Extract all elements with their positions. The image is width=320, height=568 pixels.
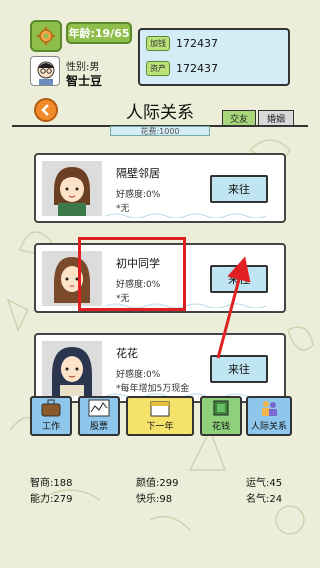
contact-favor: 好感度:0% bbox=[116, 370, 161, 380]
neighbor-portrait bbox=[42, 161, 102, 216]
wave-decoration bbox=[106, 213, 267, 218]
player-avatar bbox=[30, 56, 60, 86]
contact-name: 隔壁邻居 bbox=[116, 167, 160, 180]
player-name: 智士豆 bbox=[66, 74, 103, 88]
visit-button[interactable]: 来往 bbox=[210, 175, 268, 203]
contact-card-huahua: 花花 好感度:0% *每年增加5万现金 来往 bbox=[34, 333, 286, 403]
cash-label: 加钱 bbox=[146, 36, 170, 51]
cost-bar: 花费:1000 bbox=[110, 126, 210, 136]
contact-name: 花花 bbox=[116, 347, 138, 360]
nav-stocks[interactable]: 股票 bbox=[78, 396, 120, 436]
nav-next-year[interactable]: 下一年 bbox=[126, 396, 194, 436]
stat-luck: 运气:45 bbox=[246, 478, 283, 489]
settings-button[interactable] bbox=[30, 20, 62, 52]
tab-friends[interactable]: 交友 bbox=[222, 110, 256, 126]
stat-ability: 能力:279 bbox=[30, 494, 73, 505]
calendar-icon bbox=[150, 401, 170, 417]
gender-label: 性别:男 bbox=[66, 62, 100, 73]
assets-label: 资产 bbox=[146, 61, 170, 76]
stat-looks: 颜值:299 bbox=[136, 478, 179, 489]
nav-spend[interactable]: 花钱 bbox=[200, 396, 242, 436]
money-icon bbox=[213, 400, 229, 416]
gear-icon bbox=[37, 27, 55, 45]
contact-favor: 好感度:0% bbox=[116, 190, 161, 200]
visit-button[interactable]: 来往 bbox=[210, 265, 268, 293]
briefcase-icon bbox=[41, 399, 61, 417]
nav-label: 工作 bbox=[41, 422, 60, 432]
stat-fame: 名气:24 bbox=[246, 494, 283, 505]
money-panel: 加钱 172437 资产 172437 bbox=[138, 28, 290, 86]
highlight-box bbox=[78, 237, 186, 311]
nav-label: 下一年 bbox=[146, 422, 174, 432]
stat-happiness: 快乐:98 bbox=[136, 494, 173, 505]
cash-value: 172437 bbox=[176, 37, 218, 50]
stock-chart-icon bbox=[88, 399, 110, 417]
contact-card-neighbor: 隔壁邻居 好感度:0% *无 来往 bbox=[34, 153, 286, 223]
stat-intellect: 智商:188 bbox=[30, 478, 73, 489]
huahua-portrait bbox=[42, 341, 102, 396]
nav-label: 股票 bbox=[89, 422, 108, 432]
nav-label: 人际关系 bbox=[250, 422, 287, 432]
assets-value: 172437 bbox=[176, 62, 218, 75]
age-indicator: 年龄:19/65 bbox=[66, 22, 132, 44]
nav-label: 花钱 bbox=[211, 422, 230, 432]
nav-work[interactable]: 工作 bbox=[30, 396, 72, 436]
tab-marriage[interactable]: 婚姻 bbox=[258, 110, 294, 126]
nav-relationships[interactable]: 人际关系 bbox=[246, 396, 292, 436]
visit-button[interactable]: 来往 bbox=[210, 355, 268, 383]
people-icon bbox=[262, 401, 277, 416]
